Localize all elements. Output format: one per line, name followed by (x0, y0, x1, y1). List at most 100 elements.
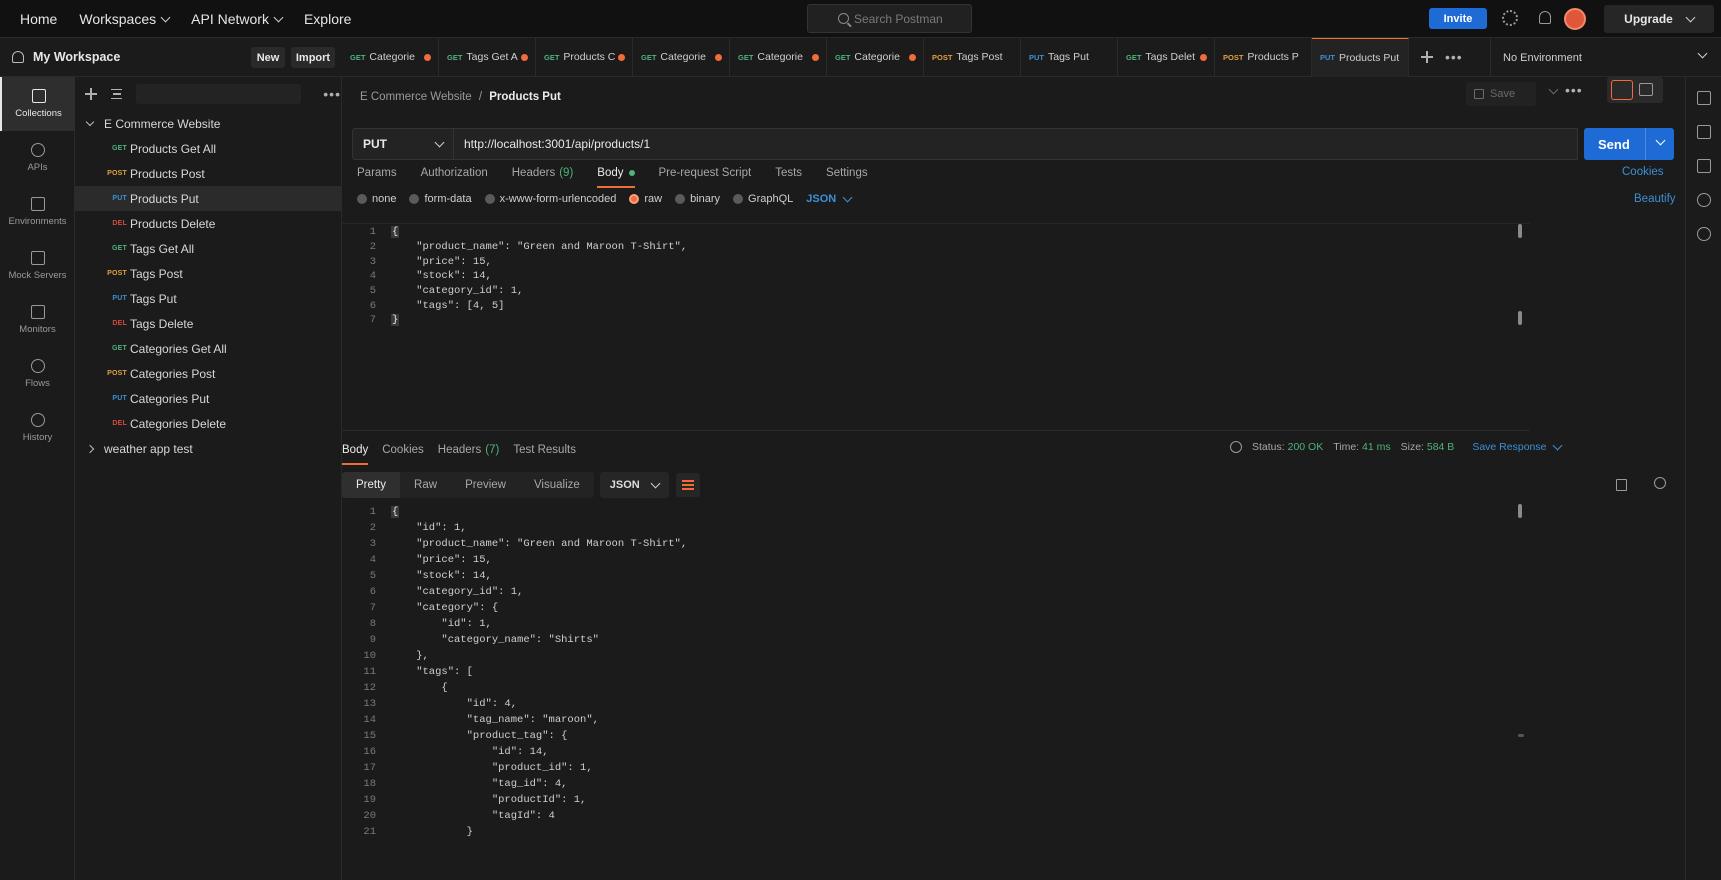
sidebar-request[interactable]: GET Tags Get All (75, 236, 341, 261)
more-icon[interactable]: ••• (1565, 82, 1583, 98)
environment-select[interactable]: No Environment (1490, 38, 1720, 77)
view-pretty[interactable]: Pretty (342, 472, 401, 498)
sidebar-request[interactable]: DEL Products Delete (75, 211, 341, 236)
body-type-graphql[interactable]: GraphQL (733, 193, 793, 205)
view-visualize[interactable]: Visualize (519, 472, 594, 498)
lightbulb-icon[interactable] (1696, 227, 1711, 241)
globe-icon[interactable] (1230, 441, 1242, 453)
request-tab[interactable]: POST Products P (1215, 37, 1312, 77)
response-tab-test-results[interactable]: Test Results (513, 438, 576, 462)
body-type-none[interactable]: none (357, 193, 396, 205)
time-info[interactable]: Time: 41 ms (1333, 441, 1390, 453)
response-body[interactable]: 1{ 2 "id": 1, 3 "product_name": "Green a… (342, 504, 1530, 880)
response-format-select[interactable]: JSON (599, 472, 669, 498)
request-tab-active[interactable]: PUT Products Put (1312, 37, 1409, 77)
upgrade-button[interactable]: Upgrade (1604, 5, 1714, 33)
chevron-down-icon[interactable] (1548, 84, 1559, 95)
response-tab-headers[interactable]: Headers (7) (438, 438, 500, 462)
method-select[interactable]: PUT (352, 128, 454, 160)
chevron-down-icon[interactable] (1655, 135, 1666, 146)
nav-explore[interactable]: Explore (304, 11, 351, 27)
request-tab[interactable]: GET Tags Delet (1118, 37, 1215, 77)
more-icon[interactable]: ••• (323, 86, 341, 102)
sidebar-request-active[interactable]: PUT Products Put (75, 186, 341, 211)
wrap-lines-icon[interactable] (675, 473, 700, 497)
body-type-form-data[interactable]: form-data (409, 193, 472, 205)
request-tab[interactable]: GET Categorie (633, 37, 730, 77)
request-tab[interactable]: GET Categorie (827, 37, 924, 77)
sidebar-request[interactable]: DEL Categories Delete (75, 411, 341, 436)
rail-mock-servers[interactable]: Mock Servers (0, 239, 75, 293)
request-tab[interactable]: POST Tags Post (924, 37, 1021, 77)
cookies-link[interactable]: Cookies (1622, 166, 1664, 178)
sidebar-request[interactable]: POST Tags Post (75, 261, 341, 286)
tab-authorization[interactable]: Authorization (421, 161, 488, 185)
sidebar-search-input[interactable] (136, 84, 302, 104)
search-icon[interactable] (1654, 477, 1666, 489)
new-button[interactable]: New (251, 47, 285, 68)
body-type-urlencoded[interactable]: x-www-form-urlencoded (484, 193, 616, 205)
sidebar-request[interactable]: POST Products Post (75, 161, 341, 186)
view-preview[interactable]: Preview (451, 472, 520, 498)
url-input[interactable]: http://localhost:3001/api/products/1 (454, 128, 1578, 160)
tabs-more-icon[interactable]: ••• (1445, 49, 1463, 65)
copy-icon[interactable] (1616, 479, 1627, 491)
response-tab-body[interactable]: Body (342, 438, 369, 465)
tab-params[interactable]: Params (357, 161, 397, 185)
global-search-input[interactable]: Search Postman (807, 4, 972, 33)
sidebar-request[interactable]: POST Categories Post (75, 361, 341, 386)
comments-icon[interactable] (1696, 125, 1711, 139)
gear-icon[interactable] (1502, 10, 1518, 26)
nav-api-network[interactable]: API Network (191, 11, 284, 27)
invite-button[interactable]: Invite (1429, 8, 1487, 29)
collection-e-commerce[interactable]: E Commerce Website (75, 111, 341, 136)
request-tab[interactable]: GET Categorie (342, 37, 439, 77)
status-info[interactable]: Status: 200 OK (1252, 441, 1323, 453)
bell-icon[interactable] (1536, 10, 1552, 26)
sidebar-request[interactable]: PUT Tags Put (75, 286, 341, 311)
size-info[interactable]: Size: 584 B (1401, 441, 1455, 453)
body-format-select[interactable]: JSON (806, 192, 853, 205)
response-scrollbar-thumb[interactable] (1518, 734, 1524, 737)
pencil-icon[interactable] (1611, 80, 1633, 100)
nav-workspaces[interactable]: Workspaces (79, 11, 171, 27)
code-icon[interactable] (1696, 159, 1711, 173)
request-tab[interactable]: GET Categorie (730, 37, 827, 77)
tab-settings[interactable]: Settings (826, 161, 868, 185)
tab-tests[interactable]: Tests (775, 161, 802, 185)
request-tab[interactable]: GET Products C (536, 37, 633, 77)
response-tab-cookies[interactable]: Cookies (382, 438, 424, 462)
nav-home[interactable]: Home (20, 11, 57, 27)
send-button[interactable]: Send (1584, 128, 1674, 160)
rail-collections[interactable]: Collections (0, 77, 75, 131)
collection-weather[interactable]: weather app test (75, 436, 341, 461)
response-scrollbar[interactable] (1518, 504, 1522, 518)
avatar[interactable] (1564, 8, 1586, 30)
new-tab-button[interactable] (1409, 51, 1445, 63)
request-tab[interactable]: PUT Tags Put (1021, 37, 1118, 77)
rail-apis[interactable]: APIs (0, 131, 75, 185)
comment-icon[interactable] (1639, 83, 1653, 96)
save-button[interactable]: Save (1466, 82, 1536, 106)
documentation-icon[interactable] (1696, 91, 1711, 105)
request-tab[interactable]: GET Tags Get A (439, 37, 536, 77)
view-raw[interactable]: Raw (400, 472, 452, 498)
breadcrumb-parent[interactable]: E Commerce Website (360, 91, 472, 103)
editor-scrollbar[interactable] (1518, 311, 1522, 325)
sidebar-request[interactable]: PUT Categories Put (75, 386, 341, 411)
rail-history[interactable]: History (0, 401, 75, 455)
tab-pre-request-script[interactable]: Pre-request Script (659, 161, 752, 185)
beautify-link[interactable]: Beautify (1634, 193, 1676, 205)
info-icon[interactable] (1696, 193, 1711, 207)
editor-scrollbar[interactable] (1518, 224, 1522, 238)
tab-headers[interactable]: Headers (9) (512, 161, 574, 185)
body-editor[interactable]: 1{ 2 "product_name": "Green and Maroon T… (342, 223, 1530, 431)
body-type-raw[interactable]: raw (629, 193, 662, 205)
body-type-binary[interactable]: binary (675, 193, 720, 205)
sidebar-request[interactable]: DEL Tags Delete (75, 311, 341, 336)
rail-environments[interactable]: Environments (0, 185, 75, 239)
save-response-button[interactable]: Save Response (1472, 440, 1563, 453)
sidebar-request[interactable]: GET Categories Get All (75, 336, 341, 361)
sidebar-request[interactable]: GET Products Get All (75, 136, 341, 161)
import-button[interactable]: Import (291, 47, 335, 68)
